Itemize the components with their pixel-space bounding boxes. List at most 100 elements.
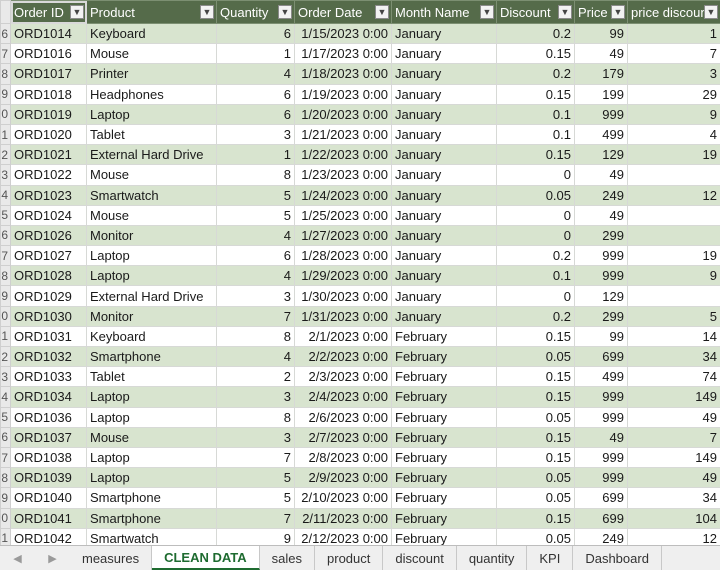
cell-date[interactable]: 2/9/2023 0:00	[295, 468, 392, 488]
cell-qty[interactable]: 4	[217, 266, 295, 286]
cell-id[interactable]: ORD1041	[11, 508, 87, 528]
cell-id[interactable]: ORD1039	[11, 468, 87, 488]
cell-product[interactable]: Printer	[87, 64, 217, 84]
cell-product[interactable]: External Hard Drive	[87, 286, 217, 306]
cell-pdisc[interactable]: 149	[628, 387, 720, 407]
row-number[interactable]: 7	[1, 447, 11, 467]
column-header-month-name[interactable]: Month Name▼	[392, 1, 497, 24]
cell-month[interactable]: February	[392, 387, 497, 407]
cell-id[interactable]: ORD1042	[11, 528, 87, 545]
cell-pdisc[interactable]: 19	[628, 145, 720, 165]
cell-disc[interactable]: 0	[497, 165, 575, 185]
cell-id[interactable]: ORD1026	[11, 225, 87, 245]
cell-qty[interactable]: 4	[217, 64, 295, 84]
row-number[interactable]: 2	[1, 145, 11, 165]
sheet-tab-product[interactable]: product	[315, 546, 383, 570]
cell-disc[interactable]: 0.2	[497, 306, 575, 326]
cell-disc[interactable]: 0.15	[497, 44, 575, 64]
cell-price[interactable]: 699	[575, 508, 628, 528]
cell-month[interactable]: February	[392, 488, 497, 508]
cell-price[interactable]: 299	[575, 306, 628, 326]
cell-id[interactable]: ORD1024	[11, 205, 87, 225]
cell-product[interactable]: Headphones	[87, 84, 217, 104]
cell-disc[interactable]: 0.05	[497, 185, 575, 205]
cell-month[interactable]: February	[392, 427, 497, 447]
cell-price[interactable]: 249	[575, 185, 628, 205]
cell-disc[interactable]: 0	[497, 225, 575, 245]
row-number[interactable]: 9	[1, 84, 11, 104]
cell-qty[interactable]: 6	[217, 246, 295, 266]
row-number[interactable]: 4	[1, 387, 11, 407]
cell-id[interactable]: ORD1030	[11, 306, 87, 326]
cell-pdisc[interactable]: 3	[628, 64, 720, 84]
cell-month[interactable]: January	[392, 246, 497, 266]
cell-month[interactable]: February	[392, 347, 497, 367]
cell-id[interactable]: ORD1027	[11, 246, 87, 266]
cell-product[interactable]: Smartwatch	[87, 185, 217, 205]
cell-price[interactable]: 999	[575, 468, 628, 488]
cell-date[interactable]: 1/31/2023 0:00	[295, 306, 392, 326]
cell-pdisc[interactable]: 74	[628, 367, 720, 387]
cell-qty[interactable]: 3	[217, 387, 295, 407]
cell-disc[interactable]: 0.05	[497, 347, 575, 367]
cell-product[interactable]: Mouse	[87, 427, 217, 447]
cell-qty[interactable]: 1	[217, 145, 295, 165]
row-number[interactable]: 3	[1, 367, 11, 387]
cell-disc[interactable]: 0.15	[497, 447, 575, 467]
column-header-price-discount[interactable]: price discount▼	[628, 1, 720, 24]
cell-month[interactable]: January	[392, 225, 497, 245]
row-number[interactable]: 0	[1, 104, 11, 124]
cell-disc[interactable]: 0.15	[497, 427, 575, 447]
cell-date[interactable]: 1/29/2023 0:00	[295, 266, 392, 286]
cell-pdisc[interactable]: 49	[628, 407, 720, 427]
cell-qty[interactable]: 6	[217, 24, 295, 44]
row-number[interactable]: 1	[1, 124, 11, 144]
row-number[interactable]: 3	[1, 165, 11, 185]
cell-pdisc[interactable]: 12	[628, 528, 720, 545]
row-number[interactable]: 5	[1, 205, 11, 225]
row-number[interactable]: 9	[1, 488, 11, 508]
cell-price[interactable]: 49	[575, 165, 628, 185]
cell-price[interactable]: 699	[575, 488, 628, 508]
cell-disc[interactable]: 0.1	[497, 104, 575, 124]
cell-product[interactable]: Smartphone	[87, 508, 217, 528]
cell-disc[interactable]: 0.15	[497, 508, 575, 528]
cell-price[interactable]: 99	[575, 24, 628, 44]
cell-disc[interactable]: 0.05	[497, 407, 575, 427]
cell-date[interactable]: 2/3/2023 0:00	[295, 367, 392, 387]
sheet-tab-measures[interactable]: measures	[70, 546, 152, 570]
cell-id[interactable]: ORD1017	[11, 64, 87, 84]
cell-month[interactable]: February	[392, 447, 497, 467]
cell-pdisc[interactable]: 19	[628, 246, 720, 266]
cell-qty[interactable]: 7	[217, 447, 295, 467]
cell-month[interactable]: January	[392, 44, 497, 64]
cell-price[interactable]: 999	[575, 104, 628, 124]
cell-month[interactable]: January	[392, 145, 497, 165]
cell-id[interactable]: ORD1032	[11, 347, 87, 367]
cell-date[interactable]: 1/15/2023 0:00	[295, 24, 392, 44]
cell-disc[interactable]: 0.2	[497, 64, 575, 84]
cell-id[interactable]: ORD1014	[11, 24, 87, 44]
cell-product[interactable]: Mouse	[87, 165, 217, 185]
cell-product[interactable]: Keyboard	[87, 24, 217, 44]
cell-disc[interactable]: 0.2	[497, 246, 575, 266]
row-number[interactable]: 6	[1, 24, 11, 44]
cell-price[interactable]: 999	[575, 266, 628, 286]
cell-price[interactable]: 699	[575, 347, 628, 367]
cell-price[interactable]: 499	[575, 124, 628, 144]
cell-qty[interactable]: 7	[217, 306, 295, 326]
cell-date[interactable]: 2/7/2023 0:00	[295, 427, 392, 447]
cell-product[interactable]: Smartphone	[87, 347, 217, 367]
column-header-discount[interactable]: Discount▼	[497, 1, 575, 24]
cell-product[interactable]: Laptop	[87, 266, 217, 286]
cell-pdisc[interactable]: 14	[628, 326, 720, 346]
cell-date[interactable]: 1/30/2023 0:00	[295, 286, 392, 306]
row-number[interactable]: 4	[1, 185, 11, 205]
sheet-tab-kpi[interactable]: KPI	[527, 546, 573, 570]
cell-price[interactable]: 49	[575, 427, 628, 447]
cell-price[interactable]: 999	[575, 447, 628, 467]
cell-pdisc[interactable]	[628, 165, 720, 185]
cell-date[interactable]: 2/12/2023 0:00	[295, 528, 392, 545]
cell-product[interactable]: Keyboard	[87, 326, 217, 346]
filter-dropdown-icon[interactable]: ▼	[375, 5, 389, 19]
